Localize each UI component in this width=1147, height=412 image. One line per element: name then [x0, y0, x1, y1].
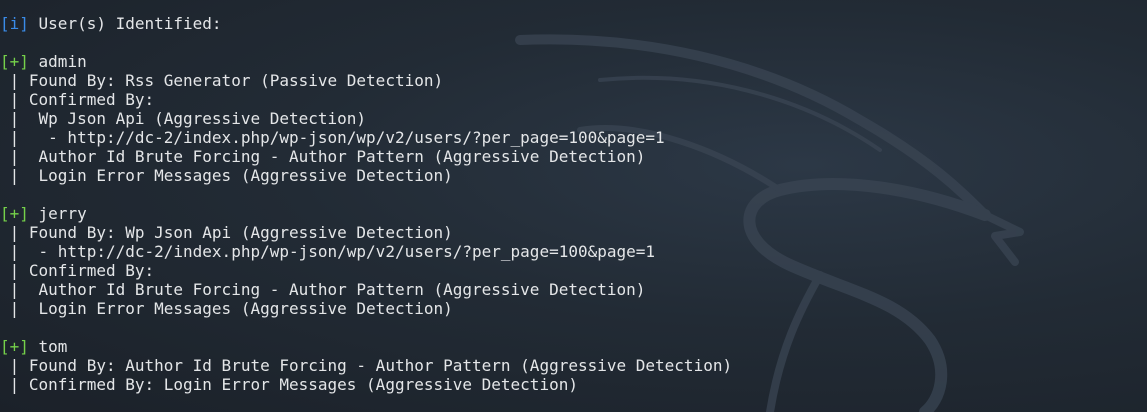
detail-line: | Login Error Messages (Aggressive Detec…	[0, 166, 453, 185]
detail-line: | Author Id Brute Forcing - Author Patte…	[0, 280, 646, 299]
user-name: admin	[28, 52, 87, 71]
plus-tag: [+]	[0, 337, 29, 356]
section-header-text: User(s) Identified:	[28, 14, 222, 33]
terminal-window[interactable]: [i] User(s) Identified: [+] admin | Foun…	[0, 0, 1147, 412]
section-header: [i] User(s) Identified:	[0, 14, 1140, 33]
user-entry-tom: [+] tom	[0, 337, 1140, 356]
detail-line: | Confirmed By: Login Error Messages (Ag…	[0, 375, 578, 394]
user-entry-admin: [+] admin	[0, 52, 1140, 71]
terminal-output: [i] User(s) Identified: [+] admin | Foun…	[0, 14, 1140, 394]
user-name: tom	[28, 337, 68, 356]
plus-tag: [+]	[0, 52, 29, 71]
detail-line: | Found By: Rss Generator (Passive Detec…	[0, 71, 444, 90]
detail-line: | Login Error Messages (Aggressive Detec…	[0, 299, 453, 318]
detail-line: | Confirmed By:	[0, 90, 155, 109]
url-line: | - http://dc-2/index.php/wp-json/wp/v2/…	[0, 242, 656, 261]
url-line: | - http://dc-2/index.php/wp-json/wp/v2/…	[0, 128, 665, 147]
detail-line: | Wp Json Api (Aggressive Detection)	[0, 109, 367, 128]
detail-line: | Author Id Brute Forcing - Author Patte…	[0, 147, 646, 166]
user-entry-jerry: [+] jerry	[0, 204, 1140, 223]
detail-line: | Found By: Author Id Brute Forcing - Au…	[0, 356, 733, 375]
user-name: jerry	[28, 204, 87, 223]
detail-line: | Found By: Wp Json Api (Aggressive Dete…	[0, 223, 453, 242]
plus-tag: [+]	[0, 204, 29, 223]
info-tag: [i]	[0, 14, 29, 33]
detail-line: | Confirmed By:	[0, 261, 155, 280]
